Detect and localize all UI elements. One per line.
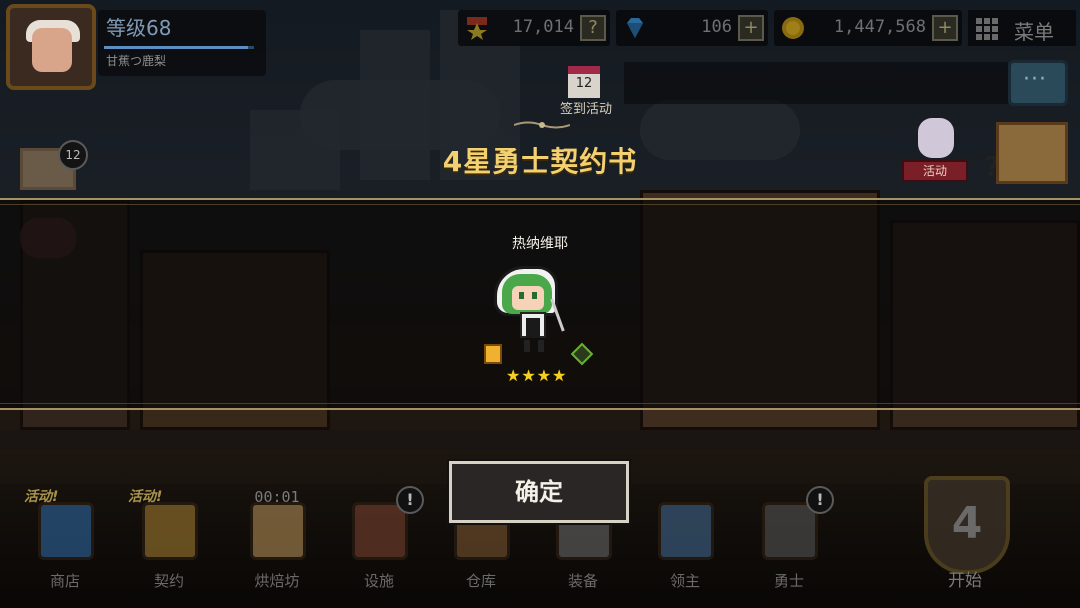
checkin-label: 签到活动 xyxy=(559,102,612,117)
gold-add-button[interactable]: + xyxy=(932,15,958,41)
bread-icon xyxy=(250,502,306,560)
exp-bar xyxy=(104,46,254,49)
nav-event-tag: 活动! xyxy=(128,489,163,505)
grid-menu-icon xyxy=(976,18,998,40)
hero-eye xyxy=(532,292,537,299)
player-avatar[interactable] xyxy=(6,4,96,90)
honor-counter: 17,014 ? xyxy=(458,10,610,46)
checkin-event-button[interactable]: 12 签到活动 xyxy=(548,66,624,118)
gem-counter: 106 + xyxy=(616,10,768,46)
nav-label: 烘焙坊 xyxy=(254,572,300,590)
honor-value: 17,014 xyxy=(512,17,574,37)
hero-name: 热纳维耶 xyxy=(512,236,568,252)
gold-coin-icon xyxy=(782,17,804,39)
helmet-shield-icon xyxy=(658,502,714,560)
menu-button[interactable]: 菜单 xyxy=(968,10,1076,46)
spartan-helmet-icon xyxy=(762,502,818,560)
shop-gem-icon xyxy=(38,502,94,560)
nav-label: 领主 xyxy=(669,572,700,590)
building-icon xyxy=(352,502,408,560)
nav-label: 商店 xyxy=(49,572,80,590)
nav-label: 勇士 xyxy=(773,572,804,590)
modal-title: 4星勇士契约书 xyxy=(442,145,638,178)
exp-bar-fill xyxy=(104,46,248,49)
player-name: 甘蕉つ鹿梨 xyxy=(106,54,167,68)
avatar-face xyxy=(32,28,72,72)
star-medal-icon xyxy=(467,17,487,40)
title-ornament-icon xyxy=(514,121,570,129)
chat-message-bar[interactable] xyxy=(624,62,1008,104)
chat-bubble-icon[interactable] xyxy=(1008,60,1068,106)
nav-label: 契约 xyxy=(153,572,184,590)
gem-add-button[interactable]: + xyxy=(738,15,764,41)
checkin-day: 12 xyxy=(575,76,593,91)
star-rating: ★★★★ xyxy=(506,366,568,385)
stage-number: 4 xyxy=(951,498,983,549)
gem-value: 106 xyxy=(701,17,732,37)
nav-contract[interactable]: 活动! 契约 xyxy=(124,488,214,604)
nav-shop[interactable]: 活动! 商店 xyxy=(20,488,110,604)
nav-label: 设施 xyxy=(363,572,394,590)
nav-lord[interactable]: 领主 xyxy=(640,488,730,604)
player-level-panel[interactable]: 等级68 甘蕉つ鹿梨 xyxy=(98,10,266,76)
honor-help-button[interactable]: ? xyxy=(580,15,606,41)
player-level: 等级68 xyxy=(106,16,172,40)
heroes-alert-badge: ! xyxy=(806,486,834,514)
hero-legs xyxy=(524,340,544,352)
nav-bakery[interactable]: 00:01 烘焙坊 xyxy=(232,488,322,604)
menu-label: 菜单 xyxy=(1014,20,1054,44)
nav-label: 装备 xyxy=(567,572,598,590)
nav-label: 仓库 xyxy=(465,572,496,590)
start-button[interactable]: 4 开始 xyxy=(900,466,1030,606)
confirm-button[interactable]: 确定 xyxy=(447,459,631,525)
hero-face xyxy=(512,286,544,310)
facilities-alert-badge: ! xyxy=(396,486,424,514)
hero-eye xyxy=(519,292,524,299)
hero-sprite[interactable] xyxy=(492,262,592,360)
nav-event-tag: 活动! xyxy=(24,489,59,505)
scroll-class-icon xyxy=(484,344,502,364)
start-label: 开始 xyxy=(948,571,982,591)
bakery-timer: 00:01 xyxy=(254,488,300,506)
gold-value: 1,447,568 xyxy=(833,17,926,37)
hero-apron xyxy=(526,318,540,338)
contract-hand-icon xyxy=(142,502,198,560)
diamond-icon xyxy=(627,18,643,38)
gold-counter: 1,447,568 + xyxy=(774,10,962,46)
